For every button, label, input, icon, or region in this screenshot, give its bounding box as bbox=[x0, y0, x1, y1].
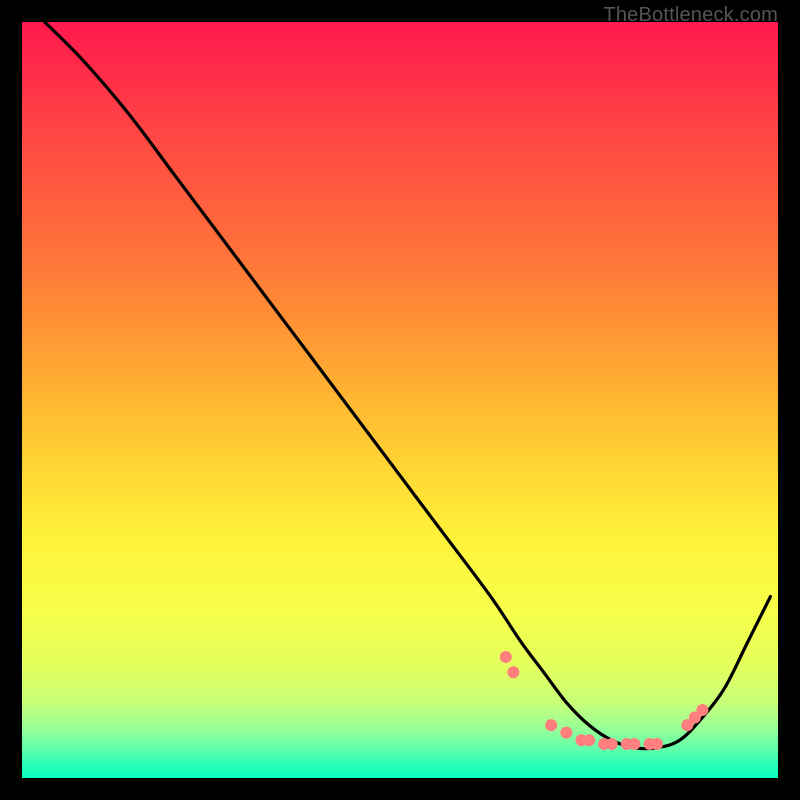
marker-dot bbox=[545, 719, 557, 731]
curve-path bbox=[45, 22, 771, 749]
curve-path-group bbox=[45, 22, 771, 749]
marker-dot bbox=[507, 666, 519, 678]
marker-dot bbox=[696, 704, 708, 716]
marker-dot bbox=[500, 651, 512, 663]
plot-area bbox=[22, 22, 778, 778]
chart-frame: TheBottleneck.com bbox=[0, 0, 800, 800]
marker-dot bbox=[583, 734, 595, 746]
curve-svg bbox=[22, 22, 778, 778]
marker-dot bbox=[560, 727, 572, 739]
marker-dot bbox=[628, 738, 640, 750]
marker-dot bbox=[606, 738, 618, 750]
marker-dot bbox=[651, 738, 663, 750]
